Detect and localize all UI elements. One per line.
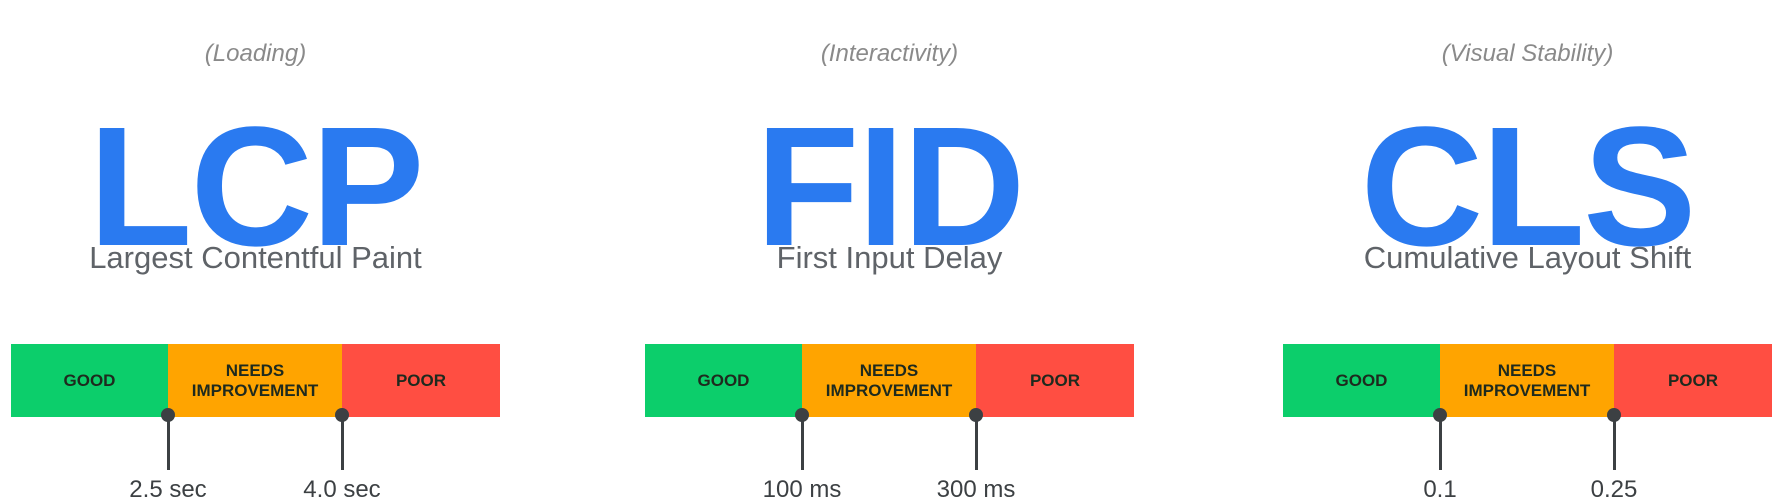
threshold-marker xyxy=(795,408,809,470)
threshold-label: 300 ms xyxy=(936,476,1016,503)
segment-good: GOOD xyxy=(11,344,168,417)
segment-label: NEEDS IMPROVEMENT xyxy=(825,360,953,400)
segment-label: NEEDS IMPROVEMENT xyxy=(1463,360,1591,400)
threshold-label: 0.25 xyxy=(1590,476,1638,503)
metric-category: (Interactivity) xyxy=(820,40,959,67)
threshold-marker xyxy=(1607,408,1621,470)
metric-category: (Loading) xyxy=(204,40,307,67)
metric-name: Largest Contentful Paint xyxy=(89,240,422,275)
threshold-marker xyxy=(335,408,349,470)
metric-fid: (Interactivity) FID First Input Delay GO… xyxy=(645,0,1134,503)
threshold-bar: GOOD NEEDS IMPROVEMENT POOR xyxy=(1283,344,1772,417)
metric-name: Cumulative Layout Shift xyxy=(1363,240,1692,275)
threshold-label: 4.0 sec xyxy=(303,476,381,503)
segment-poor: POOR xyxy=(1614,344,1772,417)
segment-label: NEEDS IMPROVEMENT xyxy=(191,360,319,400)
segment-good: GOOD xyxy=(1283,344,1440,417)
threshold-marker xyxy=(969,408,983,470)
threshold-marker xyxy=(1433,408,1447,470)
metric-category: (Visual Stability) xyxy=(1441,40,1614,67)
metric-name: First Input Delay xyxy=(776,240,1003,275)
segment-good: GOOD xyxy=(645,344,802,417)
metric-lcp: (Loading) LCP Largest Contentful Paint G… xyxy=(11,0,500,503)
threshold-bar: GOOD NEEDS IMPROVEMENT POOR xyxy=(645,344,1134,417)
segment-poor: POOR xyxy=(976,344,1134,417)
segment-needs-improvement: NEEDS IMPROVEMENT xyxy=(1440,344,1614,417)
threshold-label: 0.1 xyxy=(1423,476,1457,503)
threshold-bar: GOOD NEEDS IMPROVEMENT POOR xyxy=(11,344,500,417)
threshold-label: 2.5 sec xyxy=(129,476,207,503)
threshold-label: 100 ms xyxy=(762,476,842,503)
metric-cls: (Visual Stability) CLS Cumulative Layout… xyxy=(1283,0,1772,503)
segment-needs-improvement: NEEDS IMPROVEMENT xyxy=(802,344,976,417)
threshold-marker xyxy=(161,408,175,470)
segment-needs-improvement: NEEDS IMPROVEMENT xyxy=(168,344,342,417)
segment-poor: POOR xyxy=(342,344,500,417)
